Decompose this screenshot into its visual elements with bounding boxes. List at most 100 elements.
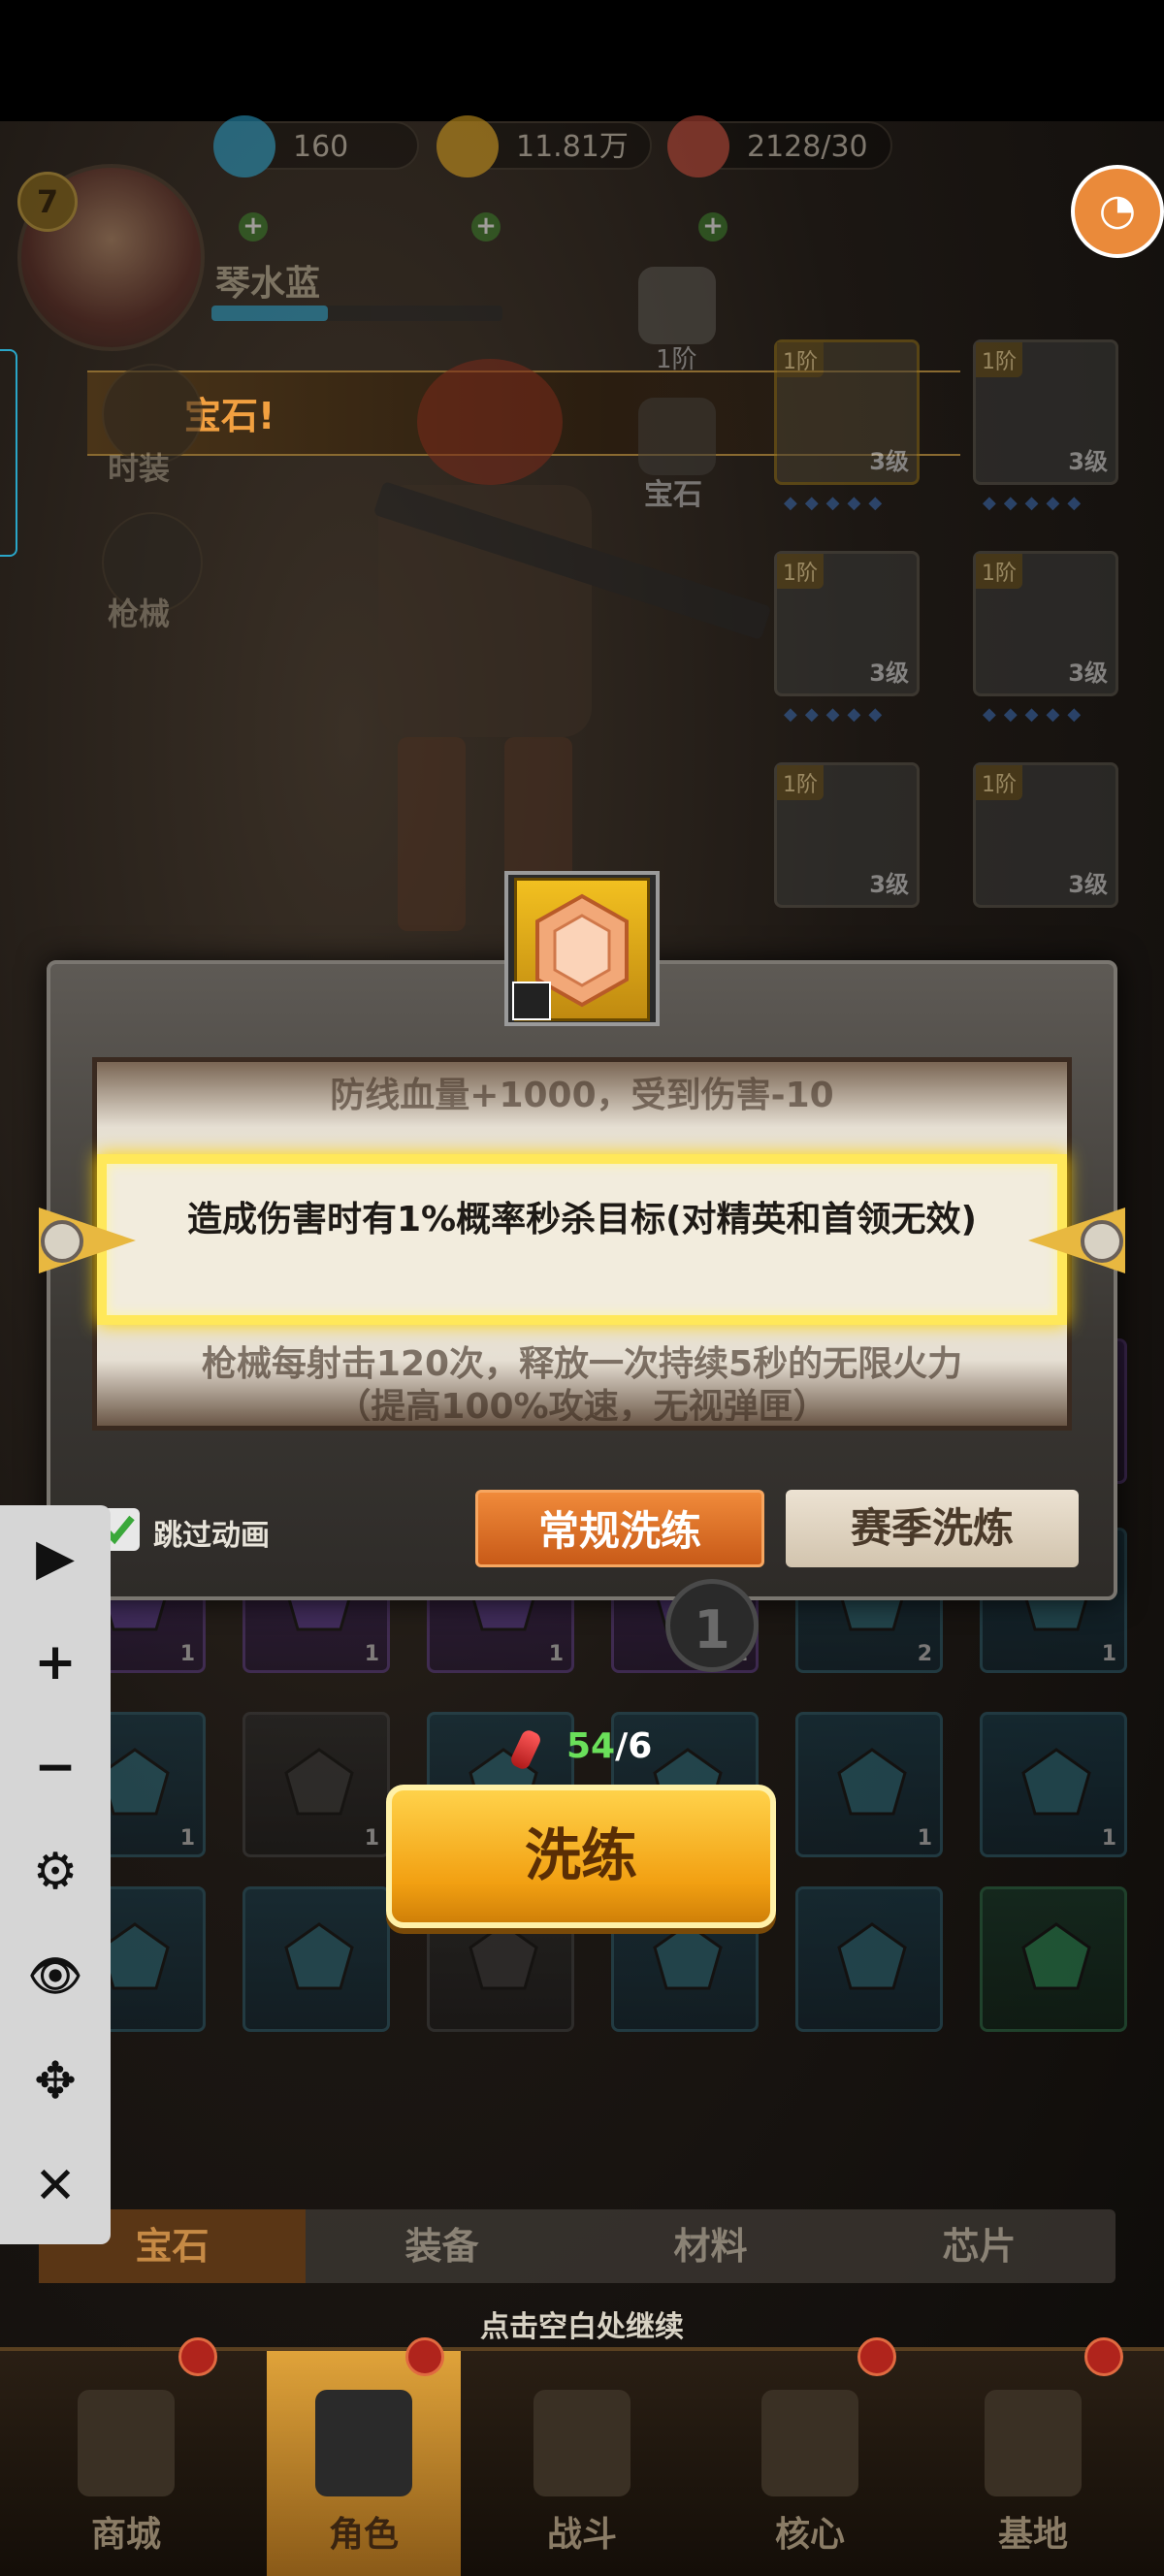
inventory-tabs: 宝石 装备 材料 芯片 <box>39 2209 1116 2283</box>
tile-count: 2 <box>917 1642 932 1666</box>
continue-hint: 点击空白处继续 <box>480 2310 684 2344</box>
gold-resource: 11.81万 <box>436 115 652 177</box>
character-icon <box>315 2390 412 2496</box>
tab-equipment[interactable]: 装备 <box>308 2209 575 2283</box>
shield-badge-icon[interactable] <box>638 267 716 344</box>
nav-base[interactable]: 基地 <box>936 2351 1130 2576</box>
refine-button[interactable]: 洗练 <box>386 1785 776 1928</box>
tab-material[interactable]: 材料 <box>577 2209 844 2283</box>
gem-icon <box>284 1748 354 1816</box>
nav-character-label: 角色 <box>328 2515 399 2555</box>
character-head <box>417 359 563 485</box>
gem-slot-icon[interactable] <box>638 398 716 475</box>
tile-count: 1 <box>179 1642 195 1666</box>
tab-season-refine[interactable]: 赛季洗炼 <box>786 1490 1079 1567</box>
inventory-tile[interactable]: 1 <box>795 1712 943 1857</box>
add-diamond-button[interactable]: + <box>239 212 268 242</box>
equip-slot-pants[interactable]: 1阶 3级 <box>973 551 1118 696</box>
tile-count: 1 <box>179 1826 195 1851</box>
diamond-icon <box>213 115 275 177</box>
gem-icon <box>284 1922 354 1990</box>
stamina-resource: 2128/30 <box>667 115 892 177</box>
equip-stars: ◆◆◆◆◆ <box>983 704 1089 724</box>
settings-gear-icon[interactable]: ⚙ <box>0 1819 111 1924</box>
notification-dot <box>178 2337 217 2376</box>
center-slot-tier-label: 1阶 <box>656 345 697 374</box>
left-edge-tab[interactable] <box>0 349 17 557</box>
core-icon <box>761 2390 858 2496</box>
attribute-current: 造成伤害时有1%概率秒杀目标(对精英和首领无效) <box>186 1200 978 1240</box>
equip-slot-helmet[interactable]: 1阶 3级 <box>774 339 920 485</box>
knob-left-icon <box>41 1220 83 1263</box>
skip-animation-label: 跳过动画 <box>153 1519 270 1553</box>
equip-level: 3级 <box>869 448 909 475</box>
player-level-badge: 7 <box>17 172 78 232</box>
inventory-tile[interactable]: 1 <box>242 1712 390 1857</box>
base-icon <box>985 2390 1082 2496</box>
character-leg-left <box>398 737 466 931</box>
nav-character[interactable]: 角色 <box>267 2351 461 2576</box>
add-gold-button[interactable]: + <box>471 212 501 242</box>
nav-battle-label: 战斗 <box>546 2515 617 2555</box>
zoom-out-icon[interactable]: − <box>0 1715 111 1819</box>
knob-right-icon <box>1081 1220 1123 1263</box>
tab-chip[interactable]: 芯片 <box>846 2209 1113 2283</box>
dragon-menu-icon[interactable]: ◔ <box>1071 165 1164 258</box>
add-stamina-button[interactable]: + <box>698 212 728 242</box>
attribute-next: 枪械每射击120次，释放一次持续5秒的无限火力（提高100%攻速，无视弹匣） <box>201 1344 963 1421</box>
nav-base-label: 基地 <box>997 2515 1068 2555</box>
nav-shop[interactable]: 商城 <box>29 2351 223 2576</box>
exp-bar <box>211 306 502 321</box>
equip-slot-gloves[interactable]: 1阶 3级 <box>973 339 1118 485</box>
notification-dot <box>1084 2337 1123 2376</box>
inventory-tile[interactable] <box>795 1886 943 2032</box>
player-name: 琴水蓝 <box>215 264 321 304</box>
side-menu: 时装 枪械 <box>92 359 238 650</box>
equip-level: 3级 <box>1068 660 1108 687</box>
gem-icon <box>837 1922 907 1990</box>
tile-count: 1 <box>1101 1642 1116 1666</box>
move-icon[interactable]: ✥ <box>0 2029 111 2134</box>
equip-tier: 1阶 <box>777 342 824 377</box>
nav-core[interactable]: 核心 <box>713 2351 907 2576</box>
inventory-tile[interactable]: 1 <box>980 1712 1127 1857</box>
tab-regular-refine[interactable]: 常规洗练 <box>475 1490 764 1567</box>
play-icon[interactable]: ▶ <box>0 1505 111 1610</box>
header: 7 琴水蓝 160 + 11.81万 + 2128/30 + <box>0 115 1164 364</box>
equip-slot-vest[interactable]: 1阶 3级 <box>774 551 920 696</box>
equip-stars: ◆◆◆◆◆ <box>784 704 890 724</box>
inventory-tile[interactable] <box>242 1886 390 2032</box>
zoom-in-icon[interactable]: + <box>0 1610 111 1715</box>
equip-stars: ◆◆◆◆◆ <box>784 493 890 513</box>
shop-icon <box>78 2390 175 2496</box>
tile-count: 1 <box>917 1826 932 1851</box>
equip-tier: 1阶 <box>777 554 824 589</box>
nav-battle[interactable]: 战斗 <box>485 2351 679 2576</box>
equip-tier: 1阶 <box>976 342 1022 377</box>
attribute-prev: 防线血量+1000，受到伤害-10 <box>330 1076 834 1115</box>
equip-slot-gauntlet[interactable]: 1阶 3级 <box>973 762 1118 908</box>
equip-level: 3级 <box>869 660 909 687</box>
close-icon[interactable]: ✕ <box>0 2134 111 2238</box>
cost-need: /6 <box>615 1726 653 1766</box>
equipment-grid: 1阶 3级 1阶 3级 ◆◆◆◆◆ ◆◆◆◆◆ 1阶 3级 1阶 3级 ◆◆◆◆… <box>774 339 1133 941</box>
equip-level: 3级 <box>869 871 909 898</box>
inventory-tile[interactable] <box>980 1886 1127 2032</box>
gem-icon <box>1021 1748 1091 1816</box>
battle-icon <box>534 2390 630 2496</box>
hide-eye-icon[interactable]: 👁 <box>0 1924 111 2029</box>
status-bar-area <box>0 0 1164 121</box>
center-slot-gem-label: 宝石 <box>644 478 702 512</box>
nav-shop-label: 商城 <box>90 2515 161 2555</box>
pants-type-icon <box>512 982 551 1020</box>
gold-value: 11.81万 <box>516 130 629 164</box>
tile-count: 1 <box>548 1642 564 1666</box>
bottom-nav: 商城 角色 战斗 核心 基地 <box>0 2347 1164 2576</box>
equip-slot-boots[interactable]: 1阶 3级 <box>774 762 920 908</box>
diamond-value: 160 <box>293 130 349 164</box>
equip-level: 3级 <box>1068 448 1108 475</box>
equip-tier: 1阶 <box>777 765 824 800</box>
tile-count: 1 <box>364 1826 379 1851</box>
nav-core-label: 核心 <box>774 2515 845 2555</box>
gem-icon <box>1021 1922 1091 1990</box>
